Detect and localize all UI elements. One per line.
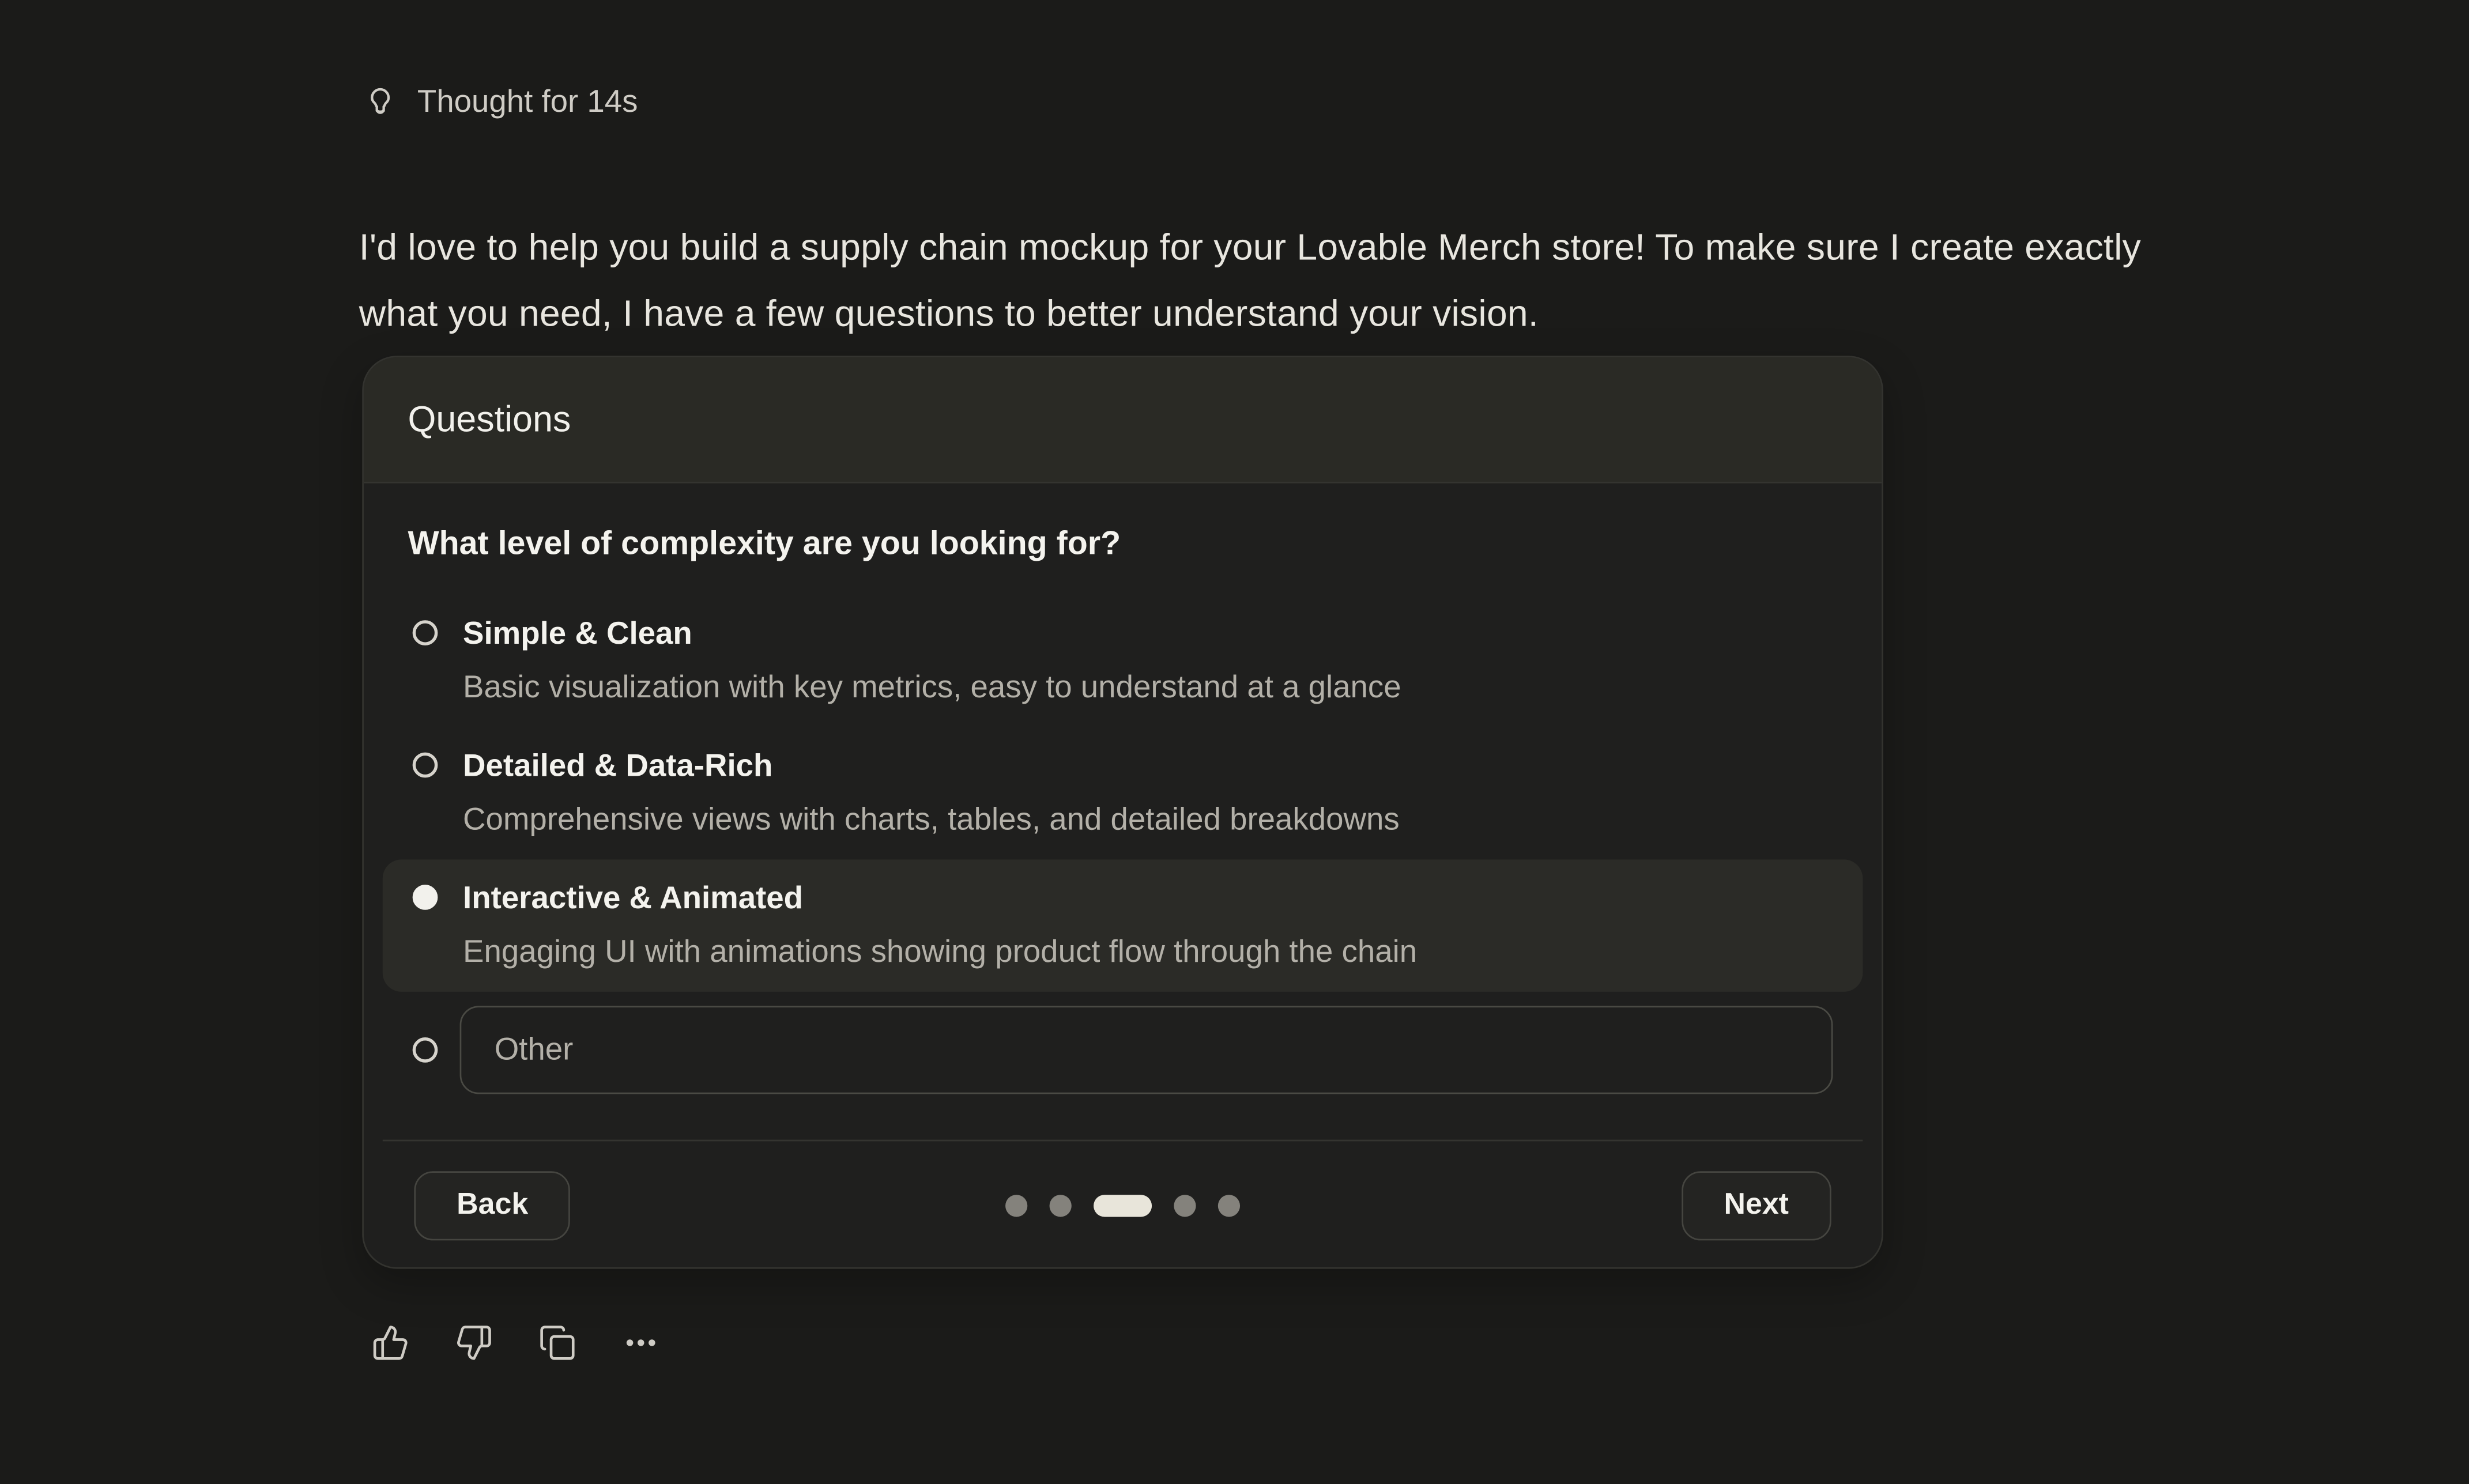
copy-button[interactable] — [538, 1324, 576, 1362]
thought-summary-toggle[interactable]: Thought for 14s — [364, 85, 638, 122]
option-simple-clean[interactable]: Simple & Clean Basic visualization with … — [383, 595, 1863, 727]
other-option-input[interactable] — [460, 1006, 1833, 1094]
radio-icon[interactable] — [413, 753, 438, 778]
thought-label: Thought for 14s — [417, 85, 638, 122]
assistant-message-text: I'd love to help you build a supply chai… — [359, 213, 2217, 345]
pagination-dot[interactable] — [1050, 1195, 1072, 1217]
thumbs-down-icon — [455, 1324, 493, 1362]
radio-icon[interactable] — [413, 885, 438, 910]
pagination-dot[interactable] — [1005, 1195, 1027, 1217]
radio-icon[interactable] — [413, 1037, 438, 1063]
questions-card-body: What level of complexity are you looking… — [364, 484, 1882, 1269]
back-button[interactable]: Back — [414, 1171, 571, 1240]
option-other[interactable] — [383, 992, 1863, 1094]
more-options-button[interactable] — [622, 1324, 660, 1362]
question-text: What level of complexity are you looking… — [383, 521, 1863, 568]
option-description: Comprehensive views with charts, tables,… — [463, 794, 1400, 847]
option-label: Simple & Clean — [463, 607, 1401, 661]
option-label: Detailed & Data-Rich — [463, 740, 1400, 794]
questions-card-footer: Back Next — [383, 1140, 1863, 1269]
lightbulb-icon — [364, 85, 397, 122]
copy-icon — [538, 1324, 576, 1362]
thumbs-up-icon — [372, 1324, 410, 1362]
thumbs-down-button[interactable] — [455, 1324, 493, 1362]
option-detailed-data-rich[interactable]: Detailed & Data-Rich Comprehensive views… — [383, 727, 1863, 859]
option-label: Interactive & Animated — [463, 872, 1417, 926]
questions-card-header: Questions — [364, 357, 1882, 484]
option-description: Engaging UI with animations showing prod… — [463, 926, 1417, 979]
pagination-dot[interactable] — [1218, 1195, 1240, 1217]
option-description: Basic visualization with key metrics, ea… — [463, 661, 1401, 715]
thumbs-up-button[interactable] — [372, 1324, 410, 1362]
option-interactive-animated[interactable]: Interactive & Animated Engaging UI with … — [383, 859, 1863, 991]
chat-message-region: Thought for 14s I'd love to help you bui… — [0, 0, 2469, 1484]
pagination-dot[interactable] — [1094, 1195, 1152, 1217]
pagination-dot[interactable] — [1174, 1195, 1196, 1217]
card-title: Questions — [408, 398, 571, 441]
radio-icon[interactable] — [413, 620, 438, 645]
message-actions — [372, 1324, 660, 1362]
pagination-dots — [1005, 1195, 1240, 1217]
questions-card: Questions What level of complexity are y… — [362, 356, 1883, 1268]
more-options-icon — [622, 1324, 660, 1362]
next-button[interactable]: Next — [1682, 1171, 1831, 1240]
